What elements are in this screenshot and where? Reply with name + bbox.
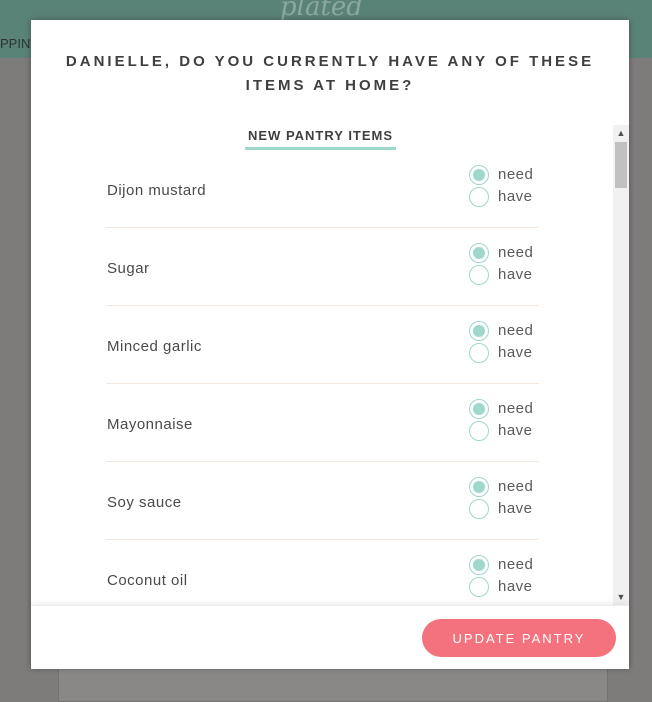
pantry-item-name: Minced garlic [107, 338, 202, 355]
pantry-item-row: Dijon mustard need have [106, 150, 539, 228]
radio-need[interactable] [469, 477, 489, 497]
radio-need[interactable] [469, 321, 489, 341]
scroll-down-arrow-icon[interactable]: ▼ [613, 589, 629, 605]
radio-have[interactable] [469, 265, 489, 285]
pantry-item-name: Mayonnaise [107, 416, 193, 433]
radio-have[interactable] [469, 421, 489, 441]
pantry-item-name: Sugar [107, 260, 150, 277]
radio-label-need: need [498, 478, 534, 495]
radio-label-need: need [498, 322, 534, 339]
radio-label-need: need [498, 556, 534, 573]
radio-label-need: need [498, 400, 534, 417]
pantry-item-row: Sugar need have [106, 228, 539, 306]
pantry-item-name: Soy sauce [107, 494, 182, 511]
modal-title-line-1: DANIELLE, DO YOU CURRENTLY HAVE ANY OF T… [65, 53, 595, 70]
pantry-items-scroll-area[interactable]: NEW PANTRY ITEMS Dijon mustard need have Su… [31, 125, 629, 605]
radio-have[interactable] [469, 343, 489, 363]
radio-need[interactable] [469, 399, 489, 419]
radio-label-have: have [498, 422, 533, 439]
radio-label-have: have [498, 188, 533, 205]
section-title: NEW PANTRY ITEMS [245, 128, 397, 150]
radio-label-have: have [498, 266, 533, 283]
radio-label-have: have [498, 344, 533, 361]
radio-label-need: need [498, 166, 534, 183]
pantry-item-name: Coconut oil [107, 572, 188, 589]
scrollbar[interactable]: ▲ ▼ [613, 125, 629, 605]
pantry-item-row: Mayonnaise need have [106, 384, 539, 462]
radio-have[interactable] [469, 577, 489, 597]
modal-title: DANIELLE, DO YOU CURRENTLY HAVE ANY OF T… [31, 50, 629, 98]
radio-need[interactable] [469, 555, 489, 575]
radio-label-have: have [498, 578, 533, 595]
scroll-up-arrow-icon[interactable]: ▲ [613, 125, 629, 141]
scroll-thumb[interactable] [615, 142, 627, 188]
app-logo: plated [280, 0, 363, 22]
radio-have[interactable] [469, 499, 489, 519]
pantry-item-list: Dijon mustard need have Sugar need have Minced… [106, 150, 539, 605]
radio-need[interactable] [469, 165, 489, 185]
pantry-item-name: Dijon mustard [107, 182, 207, 199]
radio-label-need: need [498, 244, 534, 261]
pantry-item-row: Minced garlic need have [106, 306, 539, 384]
pantry-modal: DANIELLE, DO YOU CURRENTLY HAVE ANY OF T… [31, 20, 629, 669]
radio-label-have: have [498, 500, 533, 517]
radio-have[interactable] [469, 187, 489, 207]
pantry-item-row: Coconut oil need have [106, 540, 539, 605]
modal-title-line-2: ITEMS AT HOME? [245, 77, 415, 94]
radio-need[interactable] [469, 243, 489, 263]
update-pantry-button[interactable]: UPDATE PANTRY [422, 619, 616, 657]
pantry-item-row: Soy sauce need have [106, 462, 539, 540]
modal-footer: UPDATE PANTRY [31, 605, 629, 669]
